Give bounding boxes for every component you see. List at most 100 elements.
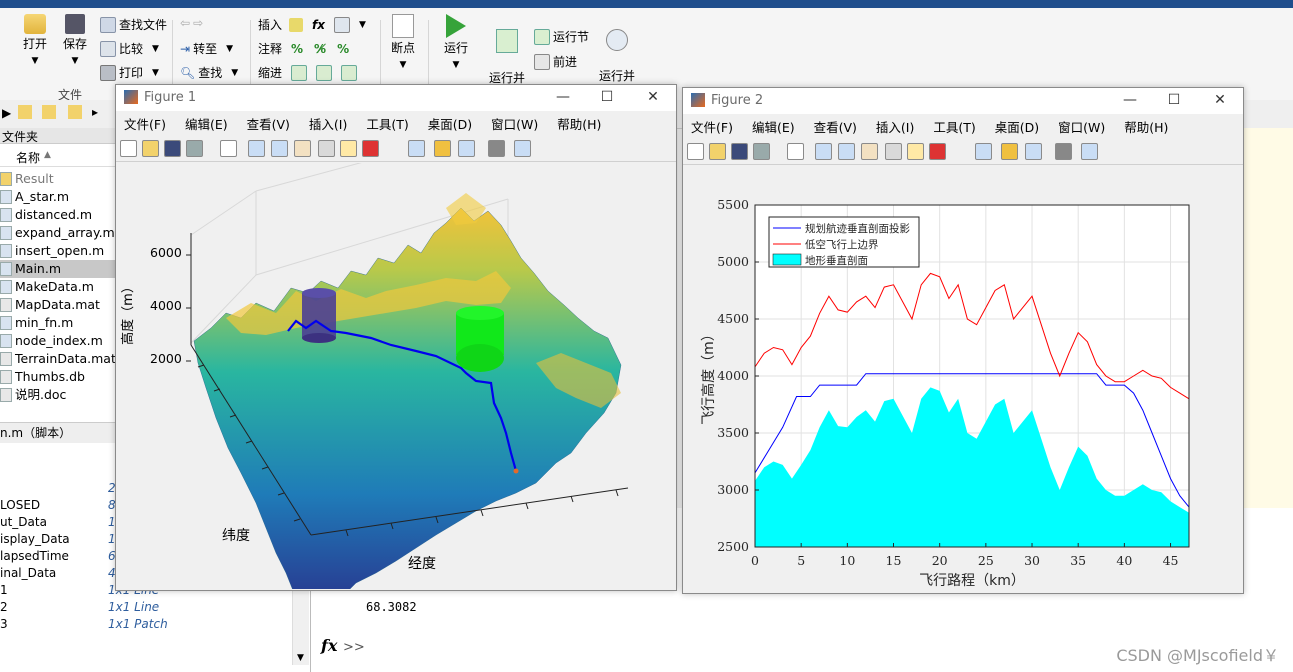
file-list-item[interactable]: MapData.mat (0, 296, 116, 314)
zoom-in-icon[interactable] (248, 140, 265, 157)
file-list-item[interactable]: node_index.m (0, 332, 116, 350)
menu-item[interactable]: 编辑(E) (185, 114, 228, 133)
show-plot-tools-icon[interactable] (1081, 143, 1098, 160)
scroll-down-icon[interactable]: ▼ (297, 653, 304, 663)
fx-icon[interactable]: fx (321, 636, 337, 655)
figure2-menubar: 文件(F) 编辑(E) 查看(V) 插入(I) 工具(T) 桌面(D) 窗口(W) 帮助(H) (683, 114, 1243, 138)
file-list-item[interactable]: MakeData.m (0, 278, 116, 296)
menu-item[interactable]: 插入(I) (876, 117, 914, 136)
menu-item[interactable]: 文件(F) (124, 114, 166, 133)
maximize-button[interactable]: ☐ (1159, 90, 1189, 110)
run-section-icon (534, 28, 550, 45)
brush-icon[interactable] (362, 140, 379, 157)
link-plot-icon[interactable] (975, 143, 992, 160)
legend-icon[interactable] (458, 140, 475, 157)
legend-icon[interactable] (1025, 143, 1042, 160)
path-chevron-icon: ▸ (92, 105, 99, 119)
rotate-3d-icon[interactable] (885, 143, 902, 160)
figure1-title-bar[interactable]: Figure 1 — ☐ ✕ (116, 85, 676, 111)
rotate-3d-icon[interactable] (318, 140, 335, 157)
open-file-icon[interactable] (142, 140, 159, 157)
brush-icon[interactable] (929, 143, 946, 160)
file-list-item[interactable]: distanced.m (0, 206, 116, 224)
new-figure-icon[interactable] (687, 143, 704, 160)
comment-button[interactable]: 注释 % %̸ % (258, 40, 349, 57)
save-button[interactable]: 保存 ▼ (58, 14, 92, 69)
indent-button[interactable]: 缩进 (258, 64, 358, 81)
open-button[interactable]: 打开 ▼ (18, 14, 52, 69)
file-list-item[interactable]: expand_array.m (0, 224, 116, 242)
select-arrow-icon[interactable] (787, 143, 804, 160)
zoom-in-icon[interactable] (815, 143, 832, 160)
workspace-row[interactable]: 2 1x1 Line (0, 599, 310, 616)
menu-item[interactable]: 帮助(H) (557, 114, 601, 133)
menu-item[interactable]: 窗口(W) (491, 114, 538, 133)
pan-hand-icon[interactable] (294, 140, 311, 157)
breakpoint-button[interactable]: 断点 ▼ (386, 14, 420, 73)
hide-plot-tools-icon[interactable] (1055, 143, 1072, 160)
folder-open-icon (24, 14, 46, 34)
back-forward-buttons[interactable]: ⇦ ⇨ (180, 16, 203, 30)
compare-button[interactable]: 比较 ▼ (100, 40, 159, 57)
up-folder-icon[interactable] (18, 105, 32, 119)
file-list-item[interactable]: Result (0, 170, 116, 188)
print-icon[interactable] (186, 140, 203, 157)
zoom-out-icon[interactable] (838, 143, 855, 160)
menu-item[interactable]: 查看(V) (247, 114, 290, 133)
print-icon[interactable] (753, 143, 770, 160)
insert-button[interactable]: 插入 fx ▼ (258, 16, 366, 33)
file-list-item[interactable]: 说明.doc (0, 386, 116, 404)
save-icon[interactable] (731, 143, 748, 160)
pan-hand-icon[interactable] (861, 143, 878, 160)
file-list-item[interactable]: TerrainData.mat (0, 350, 116, 368)
new-figure-icon[interactable] (120, 140, 137, 157)
breakpoint-icon (392, 14, 414, 38)
save-icon[interactable] (164, 140, 181, 157)
minimize-button[interactable]: — (548, 87, 578, 107)
menu-item[interactable]: 工具(T) (366, 114, 408, 133)
data-cursor-icon[interactable] (340, 140, 357, 157)
menu-item[interactable]: 文件(F) (691, 117, 733, 136)
menu-item[interactable]: 插入(I) (309, 114, 347, 133)
file-name: 说明.doc (15, 387, 67, 402)
file-list-item[interactable]: Thumbs.db (0, 368, 116, 386)
close-button[interactable]: ✕ (638, 87, 668, 107)
file-list-item[interactable]: Main.m (0, 260, 116, 278)
workspace-row[interactable]: 3 1x1 Patch (0, 616, 310, 633)
find-files-button[interactable]: 查找文件 (100, 16, 167, 33)
link-plot-icon[interactable] (408, 140, 425, 157)
menu-item[interactable]: 桌面(D) (995, 117, 1039, 136)
maximize-button[interactable]: ☐ (592, 87, 622, 107)
minimize-button[interactable]: — (1115, 90, 1145, 110)
colorbar-icon[interactable] (434, 140, 451, 157)
menu-item[interactable]: 工具(T) (933, 117, 975, 136)
menu-item[interactable]: 桌面(D) (428, 114, 472, 133)
x-tick-label: 45 (1163, 553, 1179, 568)
menu-item[interactable]: 帮助(H) (1124, 117, 1168, 136)
menu-item[interactable]: 查看(V) (814, 117, 857, 136)
name-column-header[interactable]: 名称 ▲ (0, 148, 116, 167)
find-button[interactable]: 🔍︎ 查找 ▼ (180, 64, 238, 81)
file-list-item[interactable]: min_fn.m (0, 314, 116, 332)
zoom-out-icon[interactable] (271, 140, 288, 157)
run-section-button[interactable]: 运行节 (534, 28, 589, 45)
hide-plot-tools-icon[interactable] (488, 140, 505, 157)
print-button[interactable]: 打印 ▼ (100, 64, 159, 81)
show-plot-tools-icon[interactable] (514, 140, 531, 157)
command-prompt[interactable]: >> (343, 640, 365, 655)
goto-button[interactable]: ⇥ 转至 ▼ (180, 40, 233, 57)
select-arrow-icon[interactable] (220, 140, 237, 157)
figure2-title-bar[interactable]: Figure 2 — ☐ ✕ (683, 88, 1243, 114)
colorbar-icon[interactable] (1001, 143, 1018, 160)
file-list-item[interactable]: insert_open.m (0, 242, 116, 260)
menu-item[interactable]: 编辑(E) (752, 117, 795, 136)
menu-item[interactable]: 窗口(W) (1058, 117, 1105, 136)
browse-folder-icon[interactable] (42, 105, 56, 119)
data-cursor-icon[interactable] (907, 143, 924, 160)
percent-icon: % (291, 41, 304, 56)
advance-button[interactable]: 前进 (534, 53, 577, 70)
run-button[interactable]: 运行 ▼ (438, 14, 474, 73)
open-file-icon[interactable] (709, 143, 726, 160)
close-button[interactable]: ✕ (1205, 90, 1235, 110)
file-list-item[interactable]: A_star.m (0, 188, 116, 206)
